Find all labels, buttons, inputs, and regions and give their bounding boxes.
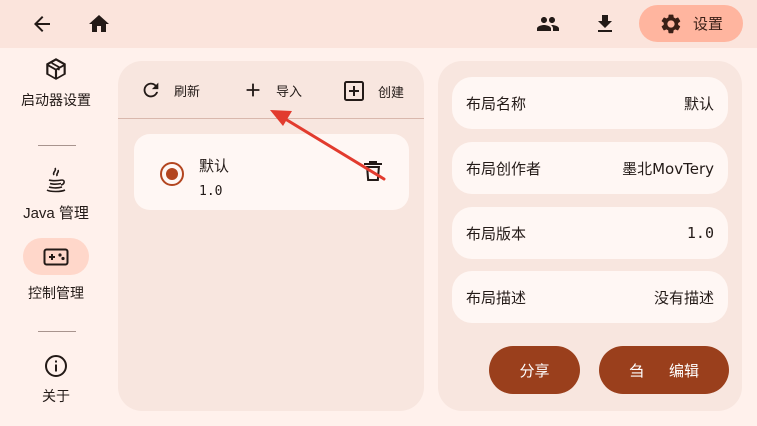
list-item[interactable]: 默认 1.0 (134, 134, 409, 210)
sidebar-item-launcher-settings[interactable]: 启动器设置 (0, 56, 112, 110)
detail-row-name: 布局名称 默认 (452, 77, 728, 129)
share-button[interactable]: 分享 (489, 346, 580, 394)
import-label: 导入 (276, 84, 303, 100)
layout-select-radio[interactable] (160, 162, 184, 186)
add-box-icon (342, 79, 366, 103)
create-button[interactable]: 创建 (342, 79, 404, 103)
refresh-label: 刷新 (174, 84, 201, 100)
layout-version: 1.0 (199, 184, 223, 199)
gear-icon (659, 12, 683, 36)
detail-row-version: 布局版本 1.0 (452, 207, 728, 259)
sidebar-item-label: 启动器设置 (21, 93, 91, 109)
sidebar-item-label: Java 管理 (23, 205, 89, 222)
people-icon[interactable] (533, 10, 563, 38)
arrow-back-icon[interactable] (28, 10, 56, 38)
delete-icon[interactable] (362, 159, 384, 183)
top-app-bar: 设置 (0, 0, 757, 48)
java-icon (44, 166, 68, 194)
info-icon (44, 354, 68, 378)
sidebar-active-indicator (23, 238, 89, 275)
share-label: 分享 (519, 361, 550, 380)
gamepad-icon (43, 248, 69, 266)
detail-value: 默认 (683, 94, 714, 113)
detail-value: 1.0 (686, 224, 714, 242)
sidebar-item-label: 关于 (42, 389, 70, 405)
sidebar-item-about[interactable]: 关于 (0, 354, 112, 406)
sidebar-item-java[interactable]: Java 管理 (0, 166, 112, 223)
sidebar-item-control-management[interactable]: 控制管理 (0, 238, 112, 303)
detail-label: 布局版本 (466, 224, 527, 243)
edit-icon: 刍 (628, 361, 644, 380)
layout-toolbar: 刷新 导入 创建 (118, 61, 424, 119)
detail-label: 布局创作者 (466, 159, 542, 178)
sidebar-divider (38, 145, 76, 146)
refresh-icon (140, 79, 162, 101)
detail-label: 布局描述 (466, 288, 527, 307)
layout-name: 默认 (199, 157, 230, 175)
detail-row-author: 布局创作者 墨北MovTery (452, 142, 728, 194)
import-button[interactable]: 导入 (242, 79, 302, 101)
layout-list-panel: 刷新 导入 创建 默认 1.0 (118, 61, 424, 411)
layout-details-panel: 布局名称 默认 布局创作者 墨北MovTery 布局版本 1.0 布局描述 没有… (438, 61, 742, 411)
plus-icon (242, 79, 264, 101)
detail-label: 布局名称 (466, 94, 527, 113)
create-label: 创建 (378, 85, 405, 101)
settings-button[interactable]: 设置 (639, 5, 743, 42)
sidebar-item-label: 控制管理 (28, 286, 84, 302)
download-icon[interactable] (591, 10, 619, 38)
home-icon[interactable] (85, 10, 113, 38)
edit-button[interactable]: 刍 编辑 (599, 346, 729, 394)
sidebar-divider (38, 331, 76, 332)
detail-value: 墨北MovTery (622, 159, 714, 178)
detail-value: 没有描述 (653, 288, 714, 307)
cube-icon (43, 56, 69, 82)
detail-row-description: 布局描述 没有描述 (452, 271, 728, 323)
sidebar: 启动器设置 Java 管理 控制管理 关于 (0, 48, 112, 426)
refresh-button[interactable]: 刷新 (140, 79, 200, 101)
settings-label: 设置 (693, 15, 724, 33)
edit-label: 编辑 (669, 361, 700, 380)
